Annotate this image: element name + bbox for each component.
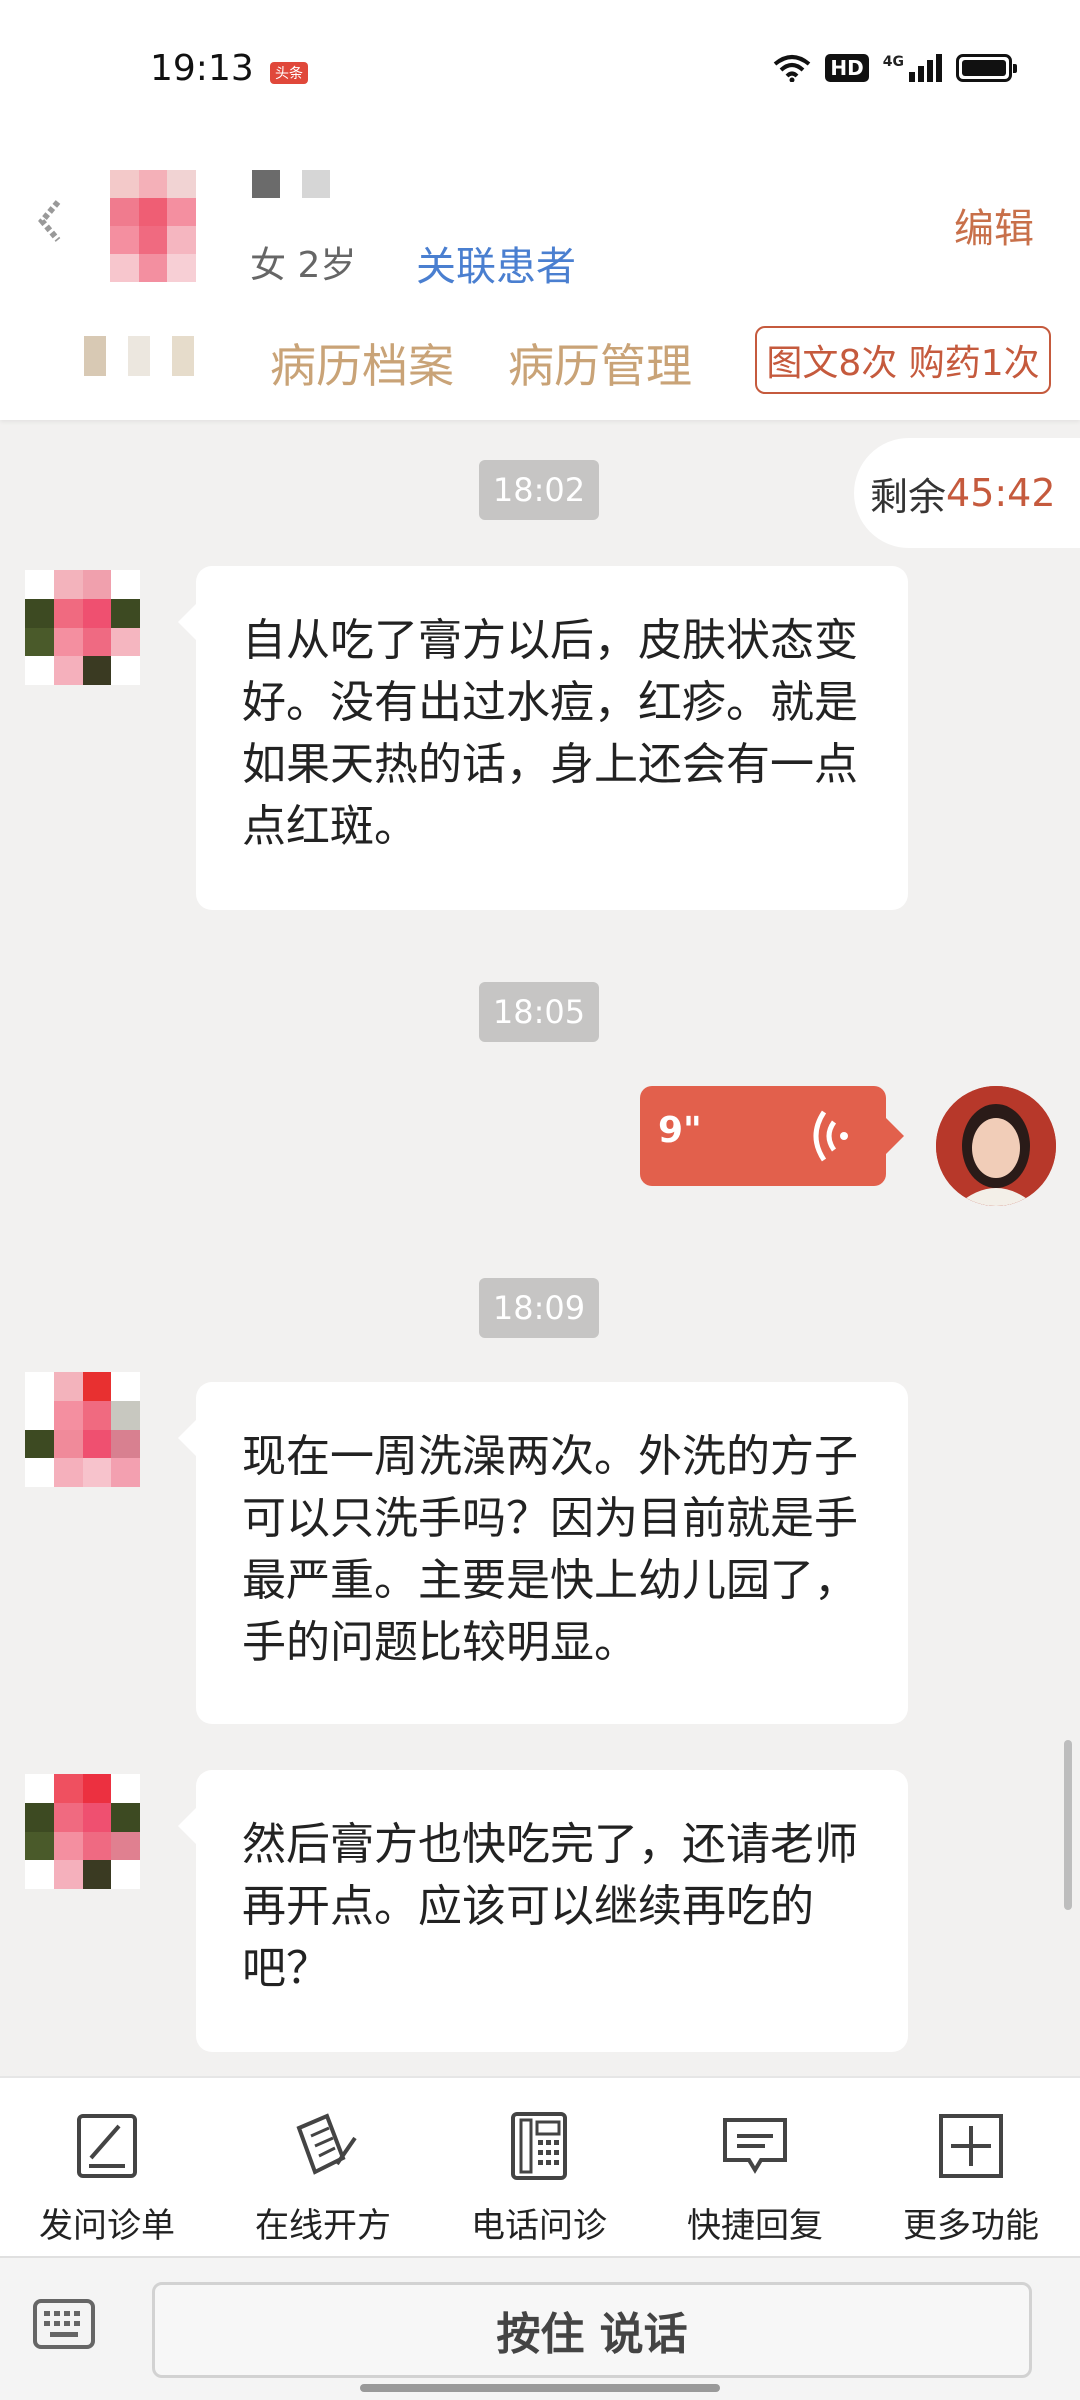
network-type: 4G — [882, 54, 904, 70]
patient-message-avatar[interactable] — [25, 1372, 140, 1487]
patient-message-avatar[interactable] — [25, 570, 140, 685]
status-time: 19:13 — [150, 48, 254, 89]
timestamp-chip: 18:02 — [479, 460, 599, 520]
tab-medical-record[interactable]: 病历档案 — [270, 330, 454, 396]
form-pen-icon — [77, 2114, 137, 2178]
toolbar-label: 在线开方 — [255, 2206, 391, 2246]
keyboard-icon[interactable] — [32, 2298, 96, 2350]
voice-wave-icon — [813, 1110, 848, 1162]
tab-bar: 病历档案 病历管理 图文8次 购药1次 — [0, 326, 1080, 394]
consult-stats-badge[interactable]: 图文8次 购药1次 — [755, 326, 1051, 394]
quick-reply-button[interactable]: 快捷回复 — [670, 2108, 840, 2247]
status-icons: HD 4G — [773, 54, 1017, 82]
signal-icon: 4G — [883, 54, 942, 82]
timestamp-chip: 18:09 — [479, 1278, 599, 1338]
edit-button[interactable]: 编辑 — [954, 196, 1034, 254]
patient-name-blurred — [252, 170, 330, 198]
voice-message[interactable]: 9" — [640, 1086, 904, 1186]
function-toolbar: 发问诊单 在线开方 电话问诊 快捷回复 更多功能 — [0, 2076, 1080, 2256]
link-patient-button[interactable]: 关联患者 — [416, 234, 576, 292]
toolbar-label: 电话问诊 — [471, 2206, 607, 2246]
toolbar-label: 更多功能 — [903, 2206, 1039, 2246]
scrollbar[interactable] — [1064, 1740, 1072, 1910]
patient-message-bubble[interactable]: 然后膏方也快吃完了，还请老师再开点。应该可以继续再吃的吧？ — [178, 1770, 908, 2052]
home-indicator[interactable] — [360, 2384, 720, 2392]
more-functions-button[interactable]: 更多功能 — [886, 2108, 1056, 2247]
phone-consult-button[interactable]: 电话问诊 — [454, 2108, 624, 2247]
voice-duration: 9" — [658, 1110, 702, 1151]
patient-gender-age: 女 2岁 — [250, 245, 357, 286]
news-app-badge: 头条 — [270, 62, 308, 84]
tab-blurred[interactable] — [84, 336, 194, 376]
patient-message-bubble[interactable]: 自从吃了膏方以后，皮肤状态变好。没有出过水痘，红疹。就是如果天热的话，身上还会有… — [178, 566, 908, 910]
send-questionnaire-button[interactable]: 发问诊单 — [22, 2108, 192, 2247]
patient-message-avatar[interactable] — [25, 1774, 140, 1889]
plus-square-icon — [939, 2114, 1003, 2178]
quick-reply-icon — [723, 2118, 787, 2174]
toolbar-label: 发问诊单 — [39, 2206, 175, 2246]
input-bar: 按住 说话 — [0, 2256, 1080, 2400]
remaining-label: 剩余 — [870, 474, 947, 519]
hd-icon: HD — [825, 54, 869, 82]
header: 19:13 头条 HD 4G 女 2岁 关联患者 编辑 病历档案 病历管理 图文… — [0, 0, 1080, 420]
tab-record-management[interactable]: 病历管理 — [508, 330, 692, 396]
prescription-pen-icon — [296, 2113, 357, 2175]
patient-message-bubble[interactable]: 现在一周洗澡两次。外洗的方子可以只洗手吗？因为目前就是手最严重。主要是快上幼儿园… — [178, 1382, 908, 1724]
toolbar-label: 快捷回复 — [687, 2206, 823, 2246]
online-prescription-button[interactable]: 在线开方 — [238, 2108, 408, 2247]
back-icon[interactable] — [32, 196, 68, 246]
battery-icon — [956, 54, 1017, 82]
remaining-value: 45:42 — [946, 471, 1056, 515]
remaining-time: 剩余 45:42 — [854, 438, 1080, 548]
patient-avatar[interactable] — [110, 170, 196, 282]
wifi-icon — [774, 55, 811, 82]
timestamp-chip: 18:05 — [479, 982, 599, 1042]
phone-icon — [511, 2112, 567, 2180]
doctor-avatar[interactable] — [936, 1086, 1056, 1206]
hold-to-talk-button[interactable]: 按住 说话 — [152, 2282, 1032, 2378]
